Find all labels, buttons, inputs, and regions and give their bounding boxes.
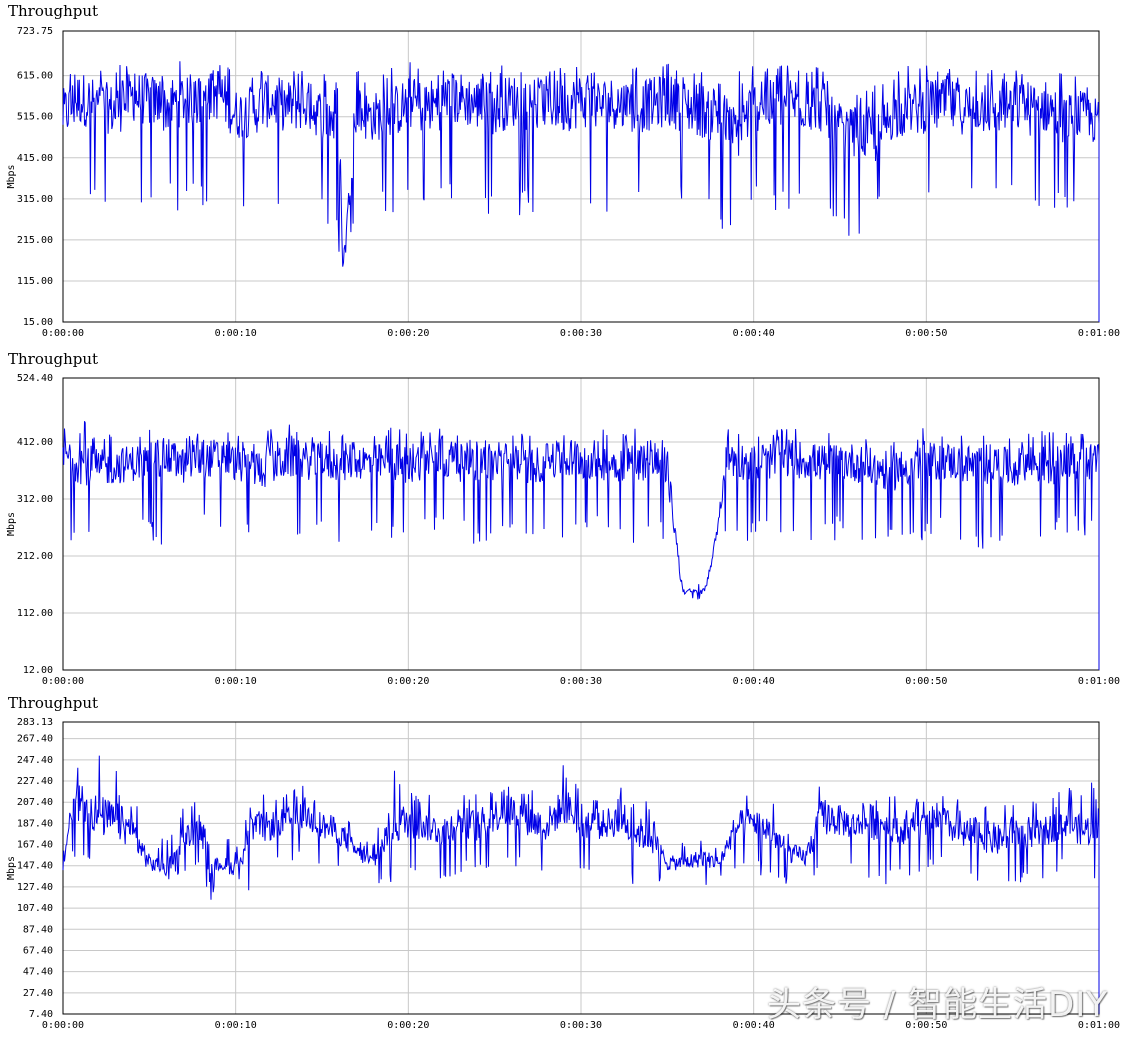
chart1-x-tick-label: 0:00:00 bbox=[42, 328, 84, 339]
chart2-x-tick-label: 0:00:40 bbox=[733, 676, 775, 687]
watermark: 头条号 / 智能生活DIY bbox=[766, 985, 1108, 1025]
chart3-y-tick-label: 207.40 bbox=[17, 797, 53, 808]
chart1-x-tick-label: 0:00:20 bbox=[387, 328, 429, 339]
chart2-x-tick-label: 0:00:30 bbox=[560, 676, 602, 687]
chart2-y-tick-label: 524.40 bbox=[17, 373, 53, 384]
chart1-y-tick-label: 415.00 bbox=[17, 153, 53, 164]
chart2-x-tick-label: 0:00:50 bbox=[905, 676, 947, 687]
chart3-y-axis-label: Mbps bbox=[6, 856, 17, 880]
chart3-y-tick-label: 247.40 bbox=[17, 755, 53, 766]
chart1-y-axis-label: Mbps bbox=[6, 164, 17, 188]
chart3-x-tick-label: 0:00:10 bbox=[215, 1020, 257, 1031]
chart3-y-tick-label: 107.40 bbox=[17, 903, 53, 914]
chart3-y-tick-label: 167.40 bbox=[17, 840, 53, 851]
chart3-y-tick-label: 47.40 bbox=[23, 967, 53, 978]
chart3-y-tick-label: 147.40 bbox=[17, 861, 53, 872]
chart1-y-tick-label: 115.00 bbox=[17, 276, 53, 287]
chart1-x-tick-label: 0:00:10 bbox=[215, 328, 257, 339]
chart2-y-tick-label: 12.00 bbox=[23, 665, 53, 676]
chart1-y-tick-label: 615.00 bbox=[17, 71, 53, 82]
chart3-y-tick-label: 187.40 bbox=[17, 818, 53, 829]
chart2-y-tick-label: 412.00 bbox=[17, 437, 53, 448]
chart1-x-tick-label: 0:00:50 bbox=[905, 328, 947, 339]
chart2-y-axis-label: Mbps bbox=[6, 512, 17, 536]
chart3-x-tick-label: 0:00:00 bbox=[42, 1020, 84, 1031]
chart1-y-tick-label: 515.00 bbox=[17, 112, 53, 123]
chart1-y-tick-label: 15.00 bbox=[23, 317, 53, 328]
chart1-x-tick-label: 0:01:00 bbox=[1078, 328, 1120, 339]
chart3-x-tick-label: 0:00:20 bbox=[387, 1020, 429, 1031]
chart1-y-tick-label: 723.75 bbox=[17, 26, 53, 37]
chart3-y-tick-label: 227.40 bbox=[17, 776, 53, 787]
chart2-y-tick-label: 112.00 bbox=[17, 608, 53, 619]
chart3-x-tick-label: 0:00:30 bbox=[560, 1020, 602, 1031]
chart3-y-tick-label: 267.40 bbox=[17, 734, 53, 745]
chart3-y-tick-label: 7.40 bbox=[29, 1009, 53, 1020]
chart1-y-tick-label: 315.00 bbox=[17, 194, 53, 205]
chart2-x-tick-label: 0:00:10 bbox=[215, 676, 257, 687]
chart1-y-tick-label: 215.00 bbox=[17, 235, 53, 246]
chart2-x-tick-label: 0:00:20 bbox=[387, 676, 429, 687]
charts-canvas: 0:00:00 0:00:10 0:00:20 0:00:30 0:00:40 0:00:… bbox=[6, 26, 1120, 1031]
chart2-y-tick-label: 212.00 bbox=[17, 551, 53, 562]
chart2-x-tick-label: 0:00:00 bbox=[42, 676, 84, 687]
chart3-y-tick-label: 87.40 bbox=[23, 924, 53, 935]
chart2-y-tick-label: 312.00 bbox=[17, 494, 53, 505]
chart1-x-tick-label: 0:00:40 bbox=[733, 328, 775, 339]
chart3-y-tick-label: 127.40 bbox=[17, 882, 53, 893]
chart3-y-tick-label: 283.13 bbox=[17, 717, 53, 728]
chart3-y-tick-label: 67.40 bbox=[23, 945, 53, 956]
chart2-x-tick-label: 0:01:00 bbox=[1078, 676, 1120, 687]
chart1-x-tick-label: 0:00:30 bbox=[560, 328, 602, 339]
chart3-y-tick-label: 27.40 bbox=[23, 988, 53, 999]
